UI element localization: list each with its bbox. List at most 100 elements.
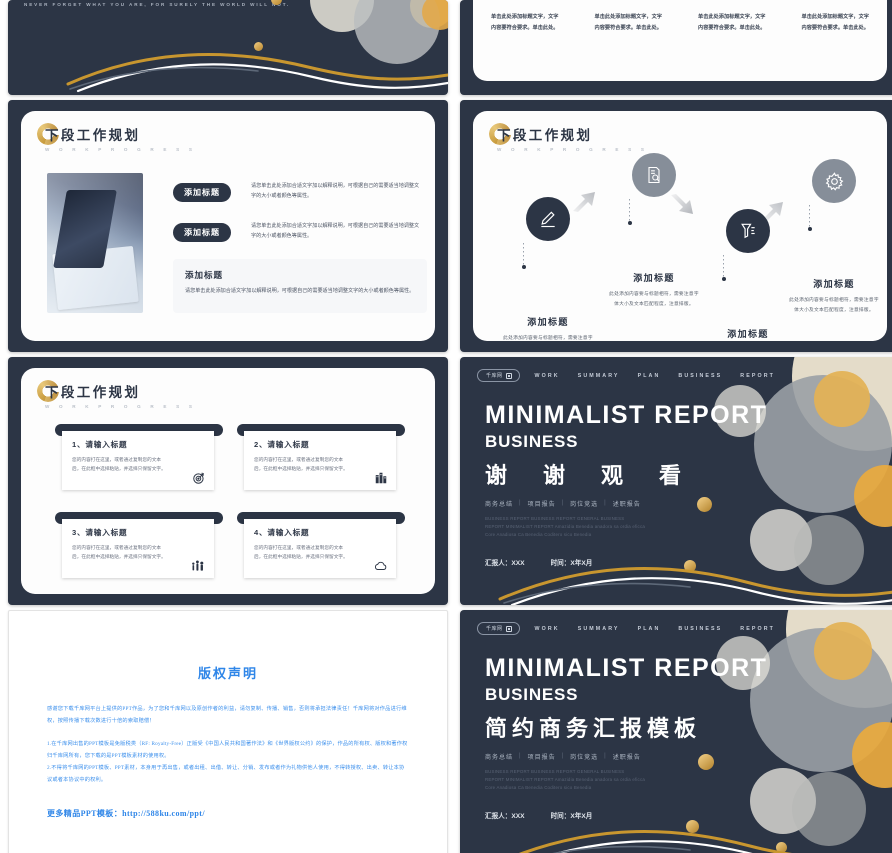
section-header: 下段工作规划 W O R K P R O G R E S S	[489, 123, 649, 152]
slide-cover-bottom[interactable]: NEVER FORGET WHAT YOU ARE, FOR SURELY TH…	[8, 0, 448, 95]
cover-tag-2: 项目报告	[527, 501, 556, 508]
brand-name: 千库网	[486, 373, 503, 379]
cover-tag-3: 岗位竞选	[570, 754, 599, 761]
slide-four-cards[interactable]: 下段工作规划 W O R K P R O G R E S S 1、请输入标题 您…	[8, 357, 448, 605]
card-title-4: 4、请输入标题	[254, 528, 310, 537]
photo-slide-card: 下段工作规划 W O R K P R O G R E S S 添加标题 请您单击…	[21, 111, 435, 341]
nav-item-summary[interactable]: SUMMARY	[578, 626, 620, 632]
cover-reporter: 汇报人：XXX	[485, 813, 525, 821]
cover-blurb: BUSINESS REPORT BUSINESS REPORT GENERAL …	[485, 768, 645, 791]
process-node-1[interactable]: 添加标题 此处添加内容要与标题相符，需要注意字体大小及文本匹配程度，注意排版。	[501, 197, 595, 341]
copyright-paragraph-2: 1.在千库网出售的PPT模板是免版税类（RF: Royalty-Free）正版受…	[47, 741, 408, 760]
card-text-1: 您的内容打在这里，或者通过复制您的文本后，在此框中选择粘贴，并选择只保留文字。	[72, 457, 166, 472]
nav-item-work[interactable]: WORK	[535, 626, 560, 632]
cover-cn-title: 谢谢观看	[485, 462, 718, 488]
page-subtitle: W O R K P R O G R E S S	[497, 146, 649, 152]
cover-body: MINIMALIST REPORT BUSINESS 谢谢观看 商务总结 | 项目…	[485, 401, 767, 567]
slide-photo-bullets[interactable]: 下段工作规划 W O R K P R O G R E S S 添加标题 请您单击…	[8, 100, 448, 352]
process-title-3: 添加标题	[727, 329, 769, 339]
card-title-3: 3、请输入标题	[72, 528, 128, 537]
four-columns-card: 单击此处添加标题文字，文字内容要符合要求。单击此处。 单击此处添加标题文字，文字…	[473, 0, 887, 81]
brand-mark-icon	[505, 372, 512, 379]
nav-item-plan[interactable]: PLAN	[638, 626, 661, 632]
info-card-3[interactable]: 3、请输入标题 您的内容打在这里，或者通过复制您的文本后，在此框中选择粘贴，并选…	[55, 512, 223, 578]
note-card: 添加标题 请您单击此处添加合适文字加以解释说明，可根据自己的需要适当地调整文字的…	[173, 259, 427, 313]
cover-reporter: 汇报人：XXX	[485, 560, 525, 568]
cover-quote: NEVER FORGET WHAT YOU ARE, FOR SURELY TH…	[24, 2, 291, 7]
info-card-2[interactable]: 2、请输入标题 您的内容打在这里，或者通过复制您的文本后，在此框中选择粘贴，并选…	[237, 424, 405, 490]
document-search-icon	[648, 166, 660, 184]
people-icon	[192, 560, 204, 571]
nav-item-plan[interactable]: PLAN	[638, 373, 661, 379]
card-text-3: 您的内容打在这里，或者通过复制您的文本后，在此框中选择粘贴，并选择只保留文字。	[72, 545, 166, 560]
cover-subheading: BUSINESS	[485, 431, 579, 451]
wave-decoration	[66, 53, 448, 93]
process-title-4: 添加标题	[813, 279, 855, 289]
card-body: 4、请输入标题 您的内容打在这里，或者通过复制您的文本后，在此框中选择粘贴，并选…	[244, 519, 396, 578]
copyright-heading: 版权声明	[197, 666, 258, 681]
card-title-2: 2、请输入标题	[254, 440, 310, 449]
copyright-body: 感谢您下载千库网平台上提供的PPT作品，为了您和千库网以及原创作者的利益，请勿复…	[47, 704, 409, 786]
four-columns-row: 单击此处添加标题文字，文字内容要符合要求。单击此处。 单击此处添加标题文字，文字…	[473, 12, 887, 34]
nav-item-report[interactable]: REPORT	[740, 373, 775, 379]
process-title-2: 添加标题	[633, 273, 675, 283]
note-title: 添加标题	[185, 270, 224, 280]
nav-item-report[interactable]: REPORT	[740, 626, 775, 632]
nav-item-business[interactable]: BUSINESS	[678, 626, 722, 632]
process-text-2: 此处添加内容要与标题相符，需要注意字体大小及文本匹配程度，注意排版。	[609, 291, 699, 306]
cover-heading: MINIMALIST REPORT	[485, 654, 768, 682]
slide-copyright[interactable]: 版权声明 感谢您下载千库网平台上提供的PPT作品，为了您和千库网以及原创作者的利…	[8, 610, 448, 853]
cloud-icon	[375, 561, 387, 570]
brand-mark-icon	[505, 625, 512, 632]
process-node-3[interactable]: 添加标题 此处添加内容要与标题相符，需要注意字体大小及文本匹配程度，注意排版。	[701, 209, 795, 341]
cover-tags: 商务总结 | 项目报告 | 岗位竞选 | 述职报告	[485, 753, 641, 761]
cover-cn-title: 简约商务汇报模板	[485, 715, 702, 741]
slide-four-columns[interactable]: 单击此处添加标题文字，文字内容要符合要求。单击此处。 单击此处添加标题文字，文字…	[460, 0, 892, 95]
card-text-4: 您的内容打在这里，或者通过复制您的文本后，在此框中选择粘贴，并选择只保留文字。	[254, 545, 348, 560]
process-slide-card: 下段工作规划 W O R K P R O G R E S S 添加标题 此处添加…	[473, 111, 887, 341]
cover-tag-4: 述职报告	[612, 754, 641, 761]
info-card-4[interactable]: 4、请输入标题 您的内容打在这里，或者通过复制您的文本后，在此框中选择粘贴，并选…	[237, 512, 405, 578]
column-text-3: 单击此处添加标题文字，文字内容要符合要求。单击此处。	[698, 14, 766, 32]
nav-item-summary[interactable]: SUMMARY	[578, 373, 620, 379]
process-bubble-1	[526, 197, 570, 241]
cover-body: MINIMALIST REPORT BUSINESS 简约商务汇报模板 商务总结…	[485, 654, 767, 820]
page-title: 下段工作规划	[45, 385, 141, 400]
cover-meta: 汇报人：XXX 时间：X年X月	[485, 557, 767, 567]
process-text-4: 此处添加内容要与标题相符，需要注意字体大小及文本匹配程度，注意排版。	[789, 297, 879, 312]
process-bubble-3	[726, 209, 770, 253]
process-title-1: 添加标题	[527, 317, 569, 327]
photo-image	[47, 173, 143, 313]
copyright-paragraph-3: 2.不得将千库网的PPT模板、PPT素材，本身用于再出售，或者出租、出借、转让、…	[47, 764, 405, 783]
page-subtitle: W O R K P R O G R E S S	[45, 403, 197, 409]
card-text-2: 您的内容打在这里，或者通过复制您的文本后，在此框中选择粘贴，并选择只保留文字。	[254, 457, 348, 472]
brand-logo[interactable]: 千库网	[477, 622, 520, 635]
cover-tag-3: 岗位竞选	[570, 501, 599, 508]
cover-tag-2: 项目报告	[527, 754, 556, 761]
slide-process-flow[interactable]: 下段工作规划 W O R K P R O G R E S S 添加标题 此处添加…	[460, 100, 892, 352]
gear-icon	[825, 171, 843, 191]
cover-date: 时间：X年X月	[550, 560, 593, 568]
connector-dots-1	[521, 243, 526, 269]
column-text-4: 单击此处添加标题文字，文字内容要符合要求。单击此处。	[801, 14, 869, 32]
cover-tag-1: 商务总结	[485, 754, 514, 761]
section-header: 下段工作规划 W O R K P R O G R E S S	[37, 380, 197, 409]
copyright-more-link[interactable]: 更多精品PPT模板：http://588ku.com/ppt/	[47, 808, 447, 819]
page-title: 下段工作规划	[45, 128, 141, 143]
slide-thanks-cover[interactable]: 千库网 WORK SUMMARY PLAN BUSINESS REPORT MI…	[460, 357, 892, 605]
card-body: 1、请输入标题 您的内容打在这里，或者通过复制您的文本后，在此框中选择粘贴，并选…	[62, 431, 214, 490]
bullet-pill-1: 添加标题	[173, 183, 231, 202]
nav-item-business[interactable]: BUSINESS	[678, 373, 722, 379]
process-node-4[interactable]: 添加标题 此处添加内容要与标题相符，需要注意字体大小及文本匹配程度，注意排版。	[787, 159, 881, 315]
note-text: 请您单击此处添加合适文字加以解释说明，可根据自己的需要适当地调整文字的大小或者颜…	[185, 288, 415, 294]
bullet-text-1: 请您单击此处添加合适文字加以解释说明，可根据自己的需要适当地调整文字的大小或者颜…	[251, 183, 420, 200]
info-card-1[interactable]: 1、请输入标题 您的内容打在这里，或者通过复制您的文本后，在此框中选择粘贴，并选…	[55, 424, 223, 490]
column-text-1: 单击此处添加标题文字，文字内容要符合要求。单击此处。	[491, 14, 559, 32]
connector-dots-3	[721, 255, 726, 281]
brand-logo[interactable]: 千库网	[477, 369, 520, 382]
slide-title-cover[interactable]: 千库网 WORK SUMMARY PLAN BUSINESS REPORT MI…	[460, 610, 892, 853]
process-node-2[interactable]: 添加标题 此处添加内容要与标题相符，需要注意字体大小及文本匹配程度，注意排版。	[607, 153, 701, 309]
bullet-pill-2: 添加标题	[173, 223, 231, 242]
process-bubble-2	[632, 153, 676, 197]
nav-item-work[interactable]: WORK	[535, 373, 560, 379]
